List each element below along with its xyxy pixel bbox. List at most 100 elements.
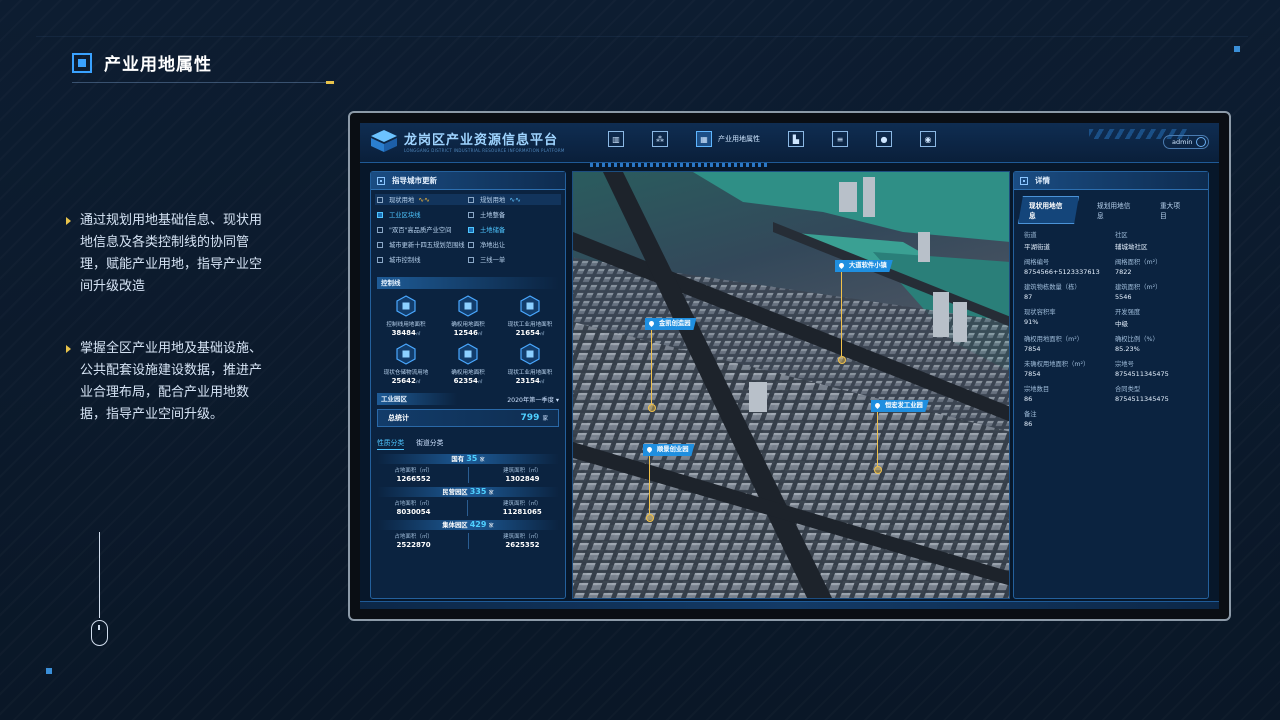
nav-user-icon[interactable]: ● (876, 131, 892, 147)
city-3d-map[interactable]: 大道软件小镇金凯创造园恒宏发工业园顺景创业园 (572, 171, 1010, 599)
detail-key: 阀格编号 (1024, 259, 1050, 266)
bullet-item: 通过规划用地基础信息、现状用地信息及各类控制线的协同管理，赋能产业用地，指导产业… (66, 210, 271, 298)
detail-field: 备注 86 (1024, 409, 1107, 428)
park-group: 国有 35 家占地面积（㎡） 1266552 建筑面积（㎡） 1302849 (377, 454, 559, 483)
square-icon (72, 52, 92, 73)
detail-key: 确权比例（%） (1115, 336, 1159, 343)
build-area-value: 2625352 (505, 541, 540, 549)
layer-checkbox[interactable]: 工业区块线 (377, 209, 468, 220)
checkbox-box[interactable] (377, 241, 383, 248)
detail-field: 街道 平湖街道 (1024, 230, 1107, 251)
detail-key: 社区 (1115, 232, 1128, 239)
land-area: 占地面积（㎡） 8030054 (394, 499, 433, 516)
map-marker-label[interactable]: 金凯创造园 (645, 318, 697, 330)
layer-checkbox[interactable]: "双百"高品质产业空间 (377, 224, 468, 235)
map-marker-label[interactable]: 大道软件小镇 (835, 260, 893, 272)
detail-value: 5546 (1115, 293, 1132, 301)
control-stat: 现状仓储物流用地 25642㎡ (375, 341, 437, 385)
checkbox-box[interactable] (468, 241, 474, 248)
tab-nature[interactable]: 性质分类 (377, 437, 405, 450)
map-marker-pin-icon[interactable] (873, 466, 882, 474)
map-marker-label[interactable]: 恒宏发工业园 (871, 400, 929, 412)
layer-checkbox[interactable]: 现状用地 ∿∿ (375, 194, 470, 205)
map-marker-pin-icon[interactable] (837, 356, 846, 364)
detail-value: 86 (1024, 395, 1033, 403)
detail-tab[interactable]: 规划用地信息 (1091, 197, 1142, 223)
legend-wave-icon: ∿∿ (418, 195, 430, 204)
control-stat-value: 23154㎡ (499, 377, 561, 385)
nav-building-icon[interactable]: ▙ (788, 131, 804, 147)
layer-checkbox[interactable]: 城市控制线 (377, 254, 468, 265)
control-stat-value: 62354㎡ (437, 377, 499, 385)
detail-field: 确权用地面积（m²） 7854 (1024, 334, 1107, 353)
layer-checkbox[interactable]: 土地整备 (468, 209, 559, 220)
checkbox-box[interactable] (468, 256, 474, 263)
right-panel: 详情 现状用地信息 规划用地信息 重大项目 街道 平湖街道 社区 辅城坳社区 阀格编号 875… (1013, 171, 1209, 599)
build-area-label: 建筑面积（㎡） (502, 501, 542, 507)
checkbox-label: 现状用地 (389, 197, 415, 204)
park-group-stats: 占地面积（㎡） 2522870 建筑面积（㎡） 2625352 (377, 532, 559, 549)
checkbox-box[interactable] (468, 211, 474, 218)
divider (467, 532, 469, 549)
map-marker-label[interactable]: 顺景创业园 (643, 444, 695, 456)
build-area-value: 11281065 (502, 508, 542, 516)
checkbox-box[interactable] (377, 196, 383, 203)
detail-field: 宗地号 8754511345475 (1115, 359, 1198, 378)
checkbox-box[interactable] (377, 226, 383, 233)
checkbox-label: 净地出让 (480, 242, 506, 249)
control-stat-label: 控制线用地面积 (386, 322, 426, 328)
detail-key: 合同类型 (1115, 386, 1141, 393)
checkbox-box[interactable] (377, 256, 383, 263)
nav-active-label[interactable]: 产业用地属性 (718, 134, 760, 144)
layer-checkbox[interactable]: 三线一单 (468, 254, 559, 265)
nav-location-icon[interactable]: ◉ (920, 131, 936, 147)
park-groups: 国有 35 家占地面积（㎡） 1266552 建筑面积（㎡） 1302849 民营园区 … (371, 454, 565, 549)
nav-list-icon[interactable]: ≡ (832, 131, 848, 147)
group-unit: 家 (488, 490, 494, 496)
layer-checkbox[interactable]: 城市更新十四五规划范围线 (377, 239, 468, 250)
checkbox-box[interactable] (468, 226, 474, 233)
main-nav: ▥ ⁂ ▦ 产业用地属性 ▙ ≡ ● ◉ (608, 131, 964, 147)
layer-checkbox[interactable]: 规划用地 ∿∿ (466, 194, 561, 205)
layer-checkbox[interactable]: 净地出让 (468, 239, 559, 250)
value-number: 38484 (391, 329, 416, 337)
build-area: 建筑面积（㎡） 2625352 (503, 532, 542, 549)
decor-stripes (590, 163, 770, 167)
detail-field: 开发强度 中级 (1115, 307, 1198, 328)
checkbox-box[interactable] (377, 211, 383, 218)
land-area-label: 占地面积（㎡） (394, 534, 433, 540)
cube-logo-icon (370, 129, 398, 153)
quarter-select[interactable]: 2020年第一季度 ▾ (507, 395, 559, 404)
hexagon-icon (458, 295, 478, 317)
layer-checkbox[interactable]: 土地储备 (468, 224, 559, 235)
detail-field: 建筑面积（m²） 5546 (1115, 282, 1198, 301)
detail-tab[interactable]: 现状用地信息 (1018, 196, 1079, 224)
detail-value: 91% (1024, 318, 1039, 326)
detail-tab[interactable]: 重大项目 (1154, 197, 1192, 223)
detail-value: 7854 (1024, 345, 1041, 353)
app-topbar: 龙岗区产业资源信息平台 LONGGANG DISTRICT INDUSTRIAL… (360, 123, 1219, 163)
left-panel: 指导城市更新 现状用地 ∿∿ 规划用地 ∿∿ 工业区块线 土地整备 "双百"高品质产业空间土… (370, 171, 566, 599)
map-marker-pin-icon[interactable] (647, 404, 656, 412)
nav-land-icon[interactable]: ▦ (696, 131, 712, 147)
tab-street[interactable]: 街道分类 (416, 437, 443, 450)
detail-value: 85.23% (1115, 345, 1140, 353)
legend-wave-icon: ∿∿ (509, 195, 521, 204)
app-logo[interactable]: 龙岗区产业资源信息平台 LONGGANG DISTRICT INDUSTRIAL… (370, 129, 565, 153)
nav-chart-icon[interactable]: ▥ (608, 131, 624, 147)
detail-key: 建筑面积（m²） (1115, 284, 1162, 291)
detail-value: 平湖街道 (1024, 243, 1050, 251)
hexagon-icon (396, 295, 416, 317)
user-menu[interactable]: admin (1163, 135, 1209, 149)
checkbox-label: 土地储备 (480, 227, 506, 234)
build-area-label: 建筑面积（㎡） (503, 534, 542, 540)
park-group-header: 国有 35 家 (377, 454, 559, 464)
park-group-stats: 占地面积（㎡） 1266552 建筑面积（㎡） 1302849 (377, 466, 559, 483)
checkbox-box[interactable] (468, 196, 474, 203)
app-screen: 龙岗区产业资源信息平台 LONGGANG DISTRICT INDUSTRIAL… (360, 123, 1219, 609)
group-name: 集体园区 (442, 522, 468, 529)
map-marker-pin-icon[interactable] (645, 514, 654, 522)
detail-key: 街道 (1024, 232, 1037, 239)
value-number: 25642 (391, 377, 416, 385)
nav-cluster-icon[interactable]: ⁂ (652, 131, 668, 147)
